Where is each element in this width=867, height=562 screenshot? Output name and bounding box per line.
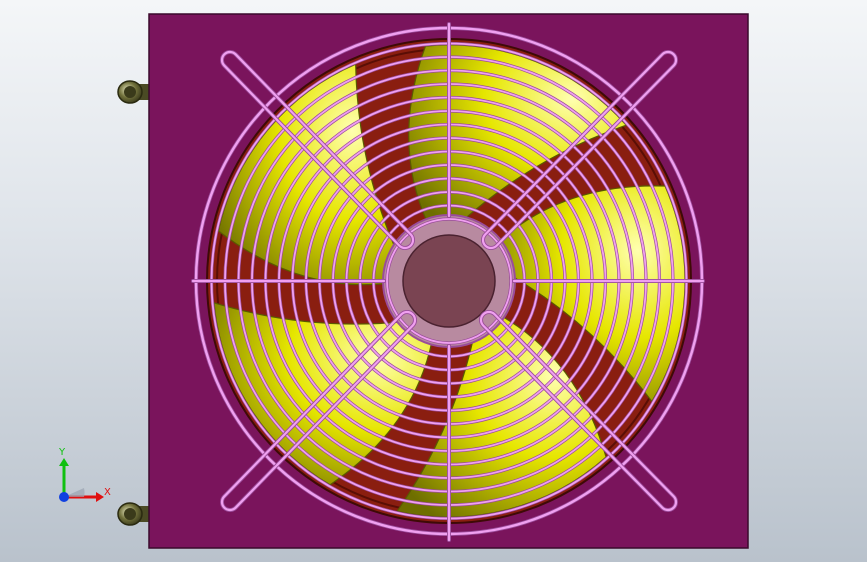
pipe-fitting-bottom <box>117 502 150 526</box>
y-axis-arrowhead <box>59 458 69 466</box>
y-axis-label: Y <box>58 447 66 458</box>
x-axis-label: X <box>104 487 111 498</box>
xyz-triad-icon[interactable]: X Y <box>58 447 111 502</box>
hub-core <box>402 234 496 328</box>
pipe-fitting-top <box>117 80 150 104</box>
triad-origin <box>59 492 69 502</box>
fan-model-render[interactable]: X Y <box>0 0 867 562</box>
x-axis-arrowhead <box>96 492 104 502</box>
cad-viewport[interactable]: X Y <box>0 0 867 562</box>
